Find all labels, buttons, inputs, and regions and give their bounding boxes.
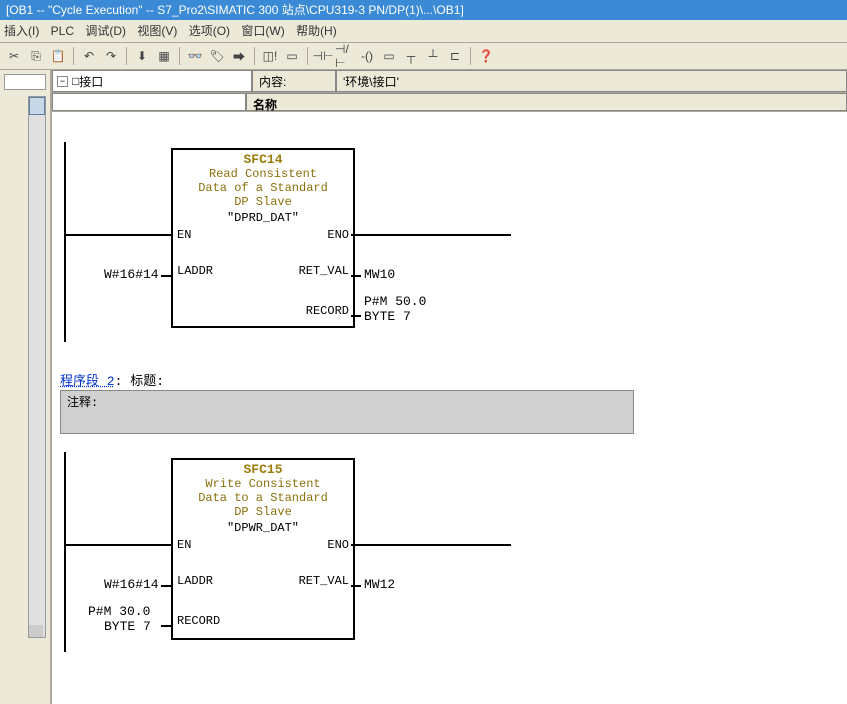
toolbar: ✂ ⎘ 📋 ↶ ↷ ⬇ ▦ 👓 🏷 ⮕ ◫! ▭ ⊣⊢ ⊣/⊢ -() ▭ ┬ … — [0, 43, 847, 70]
module-icon[interactable]: ▦ — [154, 46, 174, 66]
eno-wire — [351, 234, 511, 236]
menu-window[interactable]: 窗口(W) — [241, 24, 284, 38]
power-rail-2 — [64, 452, 66, 652]
contact-neg-icon[interactable]: ⊣/⊢ — [335, 46, 355, 66]
undo-icon[interactable]: ↶ — [79, 46, 99, 66]
menu-insert[interactable]: 插入(I) — [4, 24, 39, 38]
paste-icon[interactable]: 📋 — [48, 46, 68, 66]
ladder-canvas[interactable]: SFC14 Read ConsistentData of a StandardD… — [52, 112, 847, 704]
connection-icon[interactable]: ⊏ — [445, 46, 465, 66]
sfc15-laddr-value[interactable]: W#16#14 — [104, 577, 159, 592]
goto-icon[interactable]: ⮕ — [229, 46, 249, 66]
name-column: 名称 — [246, 93, 847, 111]
menu-help[interactable]: 帮助(H) — [296, 24, 337, 38]
left-panel — [0, 70, 52, 704]
interface-label: 接口 — [79, 73, 103, 90]
interface-tree-root[interactable]: − □ 接口 — [52, 70, 252, 92]
network-icon[interactable]: ◫! — [260, 46, 280, 66]
sfc15-title: SFC15 — [173, 460, 353, 477]
content-value: '环境\接口' — [336, 70, 847, 92]
find-icon[interactable]: ▭ — [282, 46, 302, 66]
scrollbar-thumb[interactable] — [29, 97, 45, 115]
tag-icon[interactable]: 🏷 — [207, 46, 227, 66]
power-rail — [64, 142, 66, 342]
sfc14-record: RECORD — [306, 304, 349, 318]
eno-wire-2 — [351, 544, 511, 546]
segment-2-comment[interactable]: 注释: — [60, 390, 634, 434]
copy-icon[interactable]: ⎘ — [26, 46, 46, 66]
redo-icon[interactable]: ↷ — [101, 46, 121, 66]
cut-icon[interactable]: ✂ — [4, 46, 24, 66]
en-wire-2 — [64, 544, 171, 546]
branch-open-icon[interactable]: ┬ — [401, 46, 421, 66]
en-wire — [64, 234, 171, 236]
left-scrollbar[interactable] — [28, 96, 46, 638]
sfc14-symbol: "DPRD_DAT" — [173, 209, 353, 227]
menu-options[interactable]: 选项(O) — [189, 24, 230, 38]
sfc14-laddr: LADDR — [177, 264, 213, 278]
sfc14-en: EN — [177, 228, 191, 242]
coil-icon[interactable]: -() — [357, 46, 377, 66]
help-icon[interactable]: ❓ — [476, 46, 496, 66]
box-icon[interactable]: ▭ — [379, 46, 399, 66]
sfc15-desc: Write ConsistentData to a StandardDP Sla… — [173, 477, 353, 519]
sfc14-retval-value[interactable]: MW10 — [364, 267, 395, 282]
sfc14-desc: Read ConsistentData of a StandardDP Slav… — [173, 167, 353, 209]
sfc15-laddr: LADDR — [177, 574, 213, 588]
sfc14-record-value1[interactable]: P#M 50.0 — [364, 294, 426, 309]
sfc15-retval-value[interactable]: MW12 — [364, 577, 395, 592]
tree-collapse-icon[interactable]: − — [57, 76, 68, 87]
sfc15-record: RECORD — [177, 614, 220, 628]
scrollbar-down[interactable] — [29, 625, 43, 637]
sfc15-en: EN — [177, 538, 191, 552]
sfc15-block[interactable]: SFC15 Write ConsistentData to a Standard… — [171, 458, 355, 640]
interface-icon: □ — [72, 74, 79, 88]
monitor-icon[interactable]: 👓 — [185, 46, 205, 66]
sfc15-symbol: "DPWR_DAT" — [173, 519, 353, 537]
contact-icon[interactable]: ⊣⊢ — [313, 46, 333, 66]
sfc15-record-value2[interactable]: BYTE 7 — [104, 619, 151, 634]
branch-close-icon[interactable]: ┴ — [423, 46, 443, 66]
segment-2-title[interactable]: 程序段 2: 标题: — [60, 370, 164, 389]
sfc15-record-value1[interactable]: P#M 30.0 — [88, 604, 150, 619]
sfc14-retval: RET_VAL — [299, 264, 349, 278]
menu-plc[interactable]: PLC — [51, 24, 74, 38]
sfc14-eno: ENO — [327, 228, 349, 242]
sfc14-laddr-value[interactable]: W#16#14 — [104, 267, 159, 282]
menu-bar: 插入(I) PLC 调试(D) 视图(V) 选项(O) 窗口(W) 帮助(H) — [0, 20, 847, 43]
panel-header — [4, 74, 46, 90]
sfc14-block[interactable]: SFC14 Read ConsistentData of a StandardD… — [171, 148, 355, 328]
sfc14-record-value2[interactable]: BYTE 7 — [364, 309, 411, 324]
window-title: [OB1 -- "Cycle Execution" -- S7_Pro2\SIM… — [0, 0, 847, 20]
menu-debug[interactable]: 调试(D) — [85, 24, 126, 38]
sfc14-title: SFC14 — [173, 150, 353, 167]
menu-view[interactable]: 视图(V) — [137, 24, 177, 38]
sfc15-eno: ENO — [327, 538, 349, 552]
download-icon[interactable]: ⬇ — [132, 46, 152, 66]
sfc15-retval: RET_VAL — [299, 574, 349, 588]
content-header: 内容: — [252, 70, 336, 92]
